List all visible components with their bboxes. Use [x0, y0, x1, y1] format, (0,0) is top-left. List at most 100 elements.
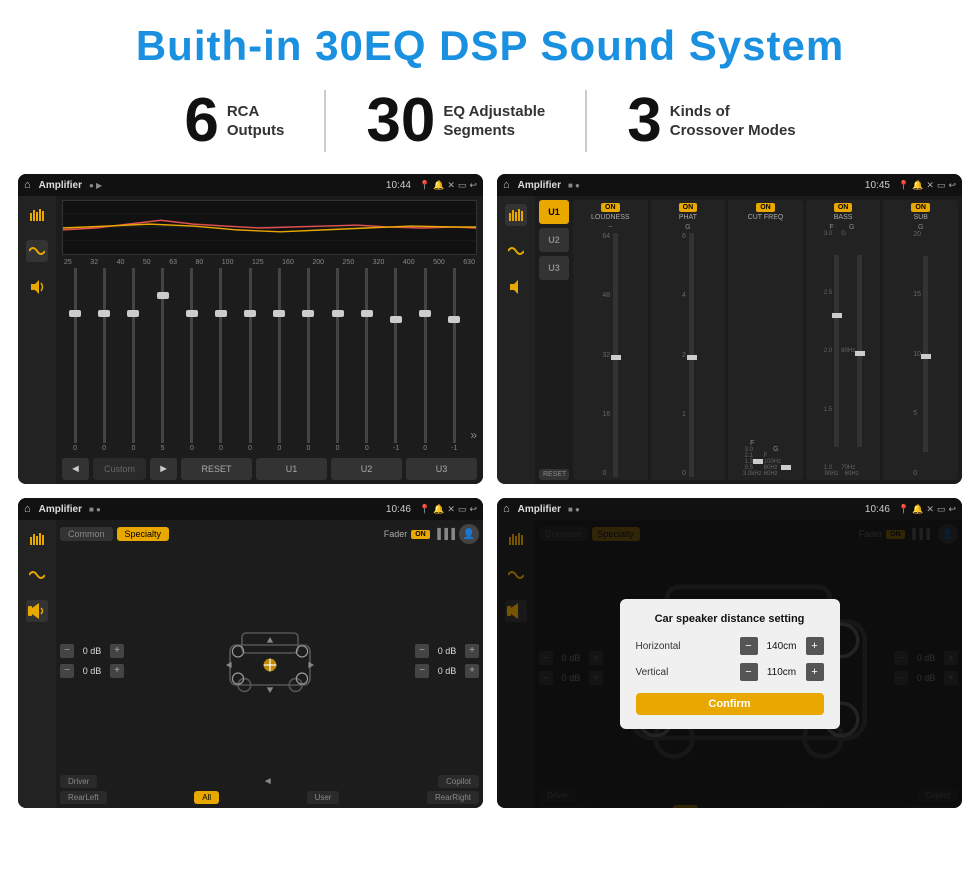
fader-db-row-3: − 0 dB +: [415, 644, 479, 658]
fader-plus-1[interactable]: +: [110, 644, 124, 658]
distance-dialog-overlay: Car speaker distance setting Horizontal …: [497, 520, 962, 808]
fader-all-btn[interactable]: All: [194, 791, 219, 804]
eq-slider-12[interactable]: 0: [412, 268, 438, 452]
eq-slider-0[interactable]: 0: [62, 268, 88, 452]
dsp-bass-f-slider[interactable]: [834, 255, 839, 447]
page-title: Buith-in 30EQ DSP Sound System: [0, 0, 980, 80]
dialog-horizontal-minus[interactable]: −: [740, 637, 758, 655]
dsp-channel-cutfreq: ON CUT FREQ F 3.02.11.30.5: [728, 200, 803, 480]
eq-u1-btn[interactable]: U1: [256, 458, 327, 480]
dialog-vertical-plus[interactable]: +: [806, 663, 824, 681]
fader-specialty-tab[interactable]: Specialty: [117, 527, 170, 541]
dsp-sidebar-wave[interactable]: [505, 240, 527, 262]
eq-slider-4[interactable]: 0: [179, 268, 205, 452]
dsp-sidebar-volume[interactable]: [505, 276, 527, 298]
fader-rearleft-btn[interactable]: RearLeft: [60, 791, 107, 804]
fader-plus-3[interactable]: +: [465, 644, 479, 658]
dsp-screen-content: U1 U2 U3 RESET ON LOUDNESS ~: [497, 196, 962, 484]
eq-sliders-area: 0 0 0 5 0 0 0 0 0 0 0 -1 0 -1 »: [62, 268, 477, 456]
distance-status-icons: 📍🔔✕▭↩: [898, 504, 956, 515]
fader-main-area: Common Specialty Fader ON ▐▐▐ 👤 −: [56, 520, 483, 808]
dsp-u3-btn[interactable]: U3: [539, 256, 569, 280]
eq-slider-9[interactable]: 0: [325, 268, 351, 452]
eq-slider-8[interactable]: 0: [295, 268, 321, 452]
fader-db-row-2: − 0 dB +: [60, 664, 124, 678]
eq-sidebar-icon-wave[interactable]: [26, 240, 48, 262]
eq-slider-1[interactable]: 0: [91, 268, 117, 452]
dsp-phat-slider[interactable]: [689, 233, 694, 477]
fader-minus-3[interactable]: −: [415, 644, 429, 658]
dsp-loudness-toggle[interactable]: ON: [601, 203, 620, 212]
dsp-bass-g-slider[interactable]: [857, 255, 862, 447]
eq-u3-btn[interactable]: U3: [406, 458, 477, 480]
dsp-u2-btn[interactable]: U2: [539, 228, 569, 252]
fader-minus-4[interactable]: −: [415, 664, 429, 678]
eq-expand-btn[interactable]: »: [470, 428, 477, 452]
dialog-horizontal-label: Horizontal: [636, 641, 692, 652]
dsp-loudness-name: LOUDNESS: [591, 214, 630, 221]
dsp-sub-toggle[interactable]: ON: [911, 203, 930, 212]
eq-curve-display: [62, 200, 477, 255]
fader-app-title: Amplifier: [39, 504, 82, 515]
dsp-bass-name: BASS: [834, 214, 853, 221]
fader-controls-left: − 0 dB + − 0 dB +: [60, 550, 124, 771]
dsp-status-dots: ■ ●: [568, 181, 580, 190]
dsp-sidebar-eq[interactable]: [505, 204, 527, 226]
fader-sliders-icon: ▐▐▐: [434, 529, 455, 540]
eq-u2-btn[interactable]: U2: [331, 458, 402, 480]
fader-user-btn[interactable]: User: [307, 791, 340, 804]
dsp-reset-btn[interactable]: RESET: [539, 469, 569, 480]
fader-common-tab[interactable]: Common: [60, 527, 113, 541]
fader-copilot-btn[interactable]: Copilot: [438, 775, 479, 788]
dsp-u1-btn[interactable]: U1: [539, 200, 569, 224]
dsp-channel-phat: ON PHAT G 64210: [651, 200, 726, 480]
dialog-vertical-minus[interactable]: −: [740, 663, 758, 681]
screenshots-grid: ⌂ Amplifier ● ▶ 10:44 📍🔔✕▭↩: [0, 166, 980, 816]
dialog-vertical-value: 110cm: [762, 667, 802, 678]
eq-slider-7[interactable]: 0: [266, 268, 292, 452]
distance-home-icon: ⌂: [503, 503, 510, 515]
eq-slider-11[interactable]: -1: [383, 268, 409, 452]
fader-minus-2[interactable]: −: [60, 664, 74, 678]
eq-reset-btn[interactable]: RESET: [181, 458, 252, 480]
fader-plus-2[interactable]: +: [110, 664, 124, 678]
dsp-left-sidebar: [497, 196, 535, 484]
eq-screen-content: 253240506380100125160200250320400500630 …: [18, 196, 483, 484]
stat-crossover-number: 3: [627, 90, 661, 152]
fader-plus-4[interactable]: +: [465, 664, 479, 678]
fader-top: Common Specialty Fader ON ▐▐▐ 👤: [60, 524, 479, 544]
eq-sidebar-icon-eq[interactable]: [26, 204, 48, 226]
eq-slider-2[interactable]: 0: [120, 268, 146, 452]
distance-screen-panel: ⌂ Amplifier ■ ● 10:46 📍🔔✕▭↩: [497, 498, 962, 808]
fader-sidebar-wave[interactable]: [26, 564, 48, 586]
eq-slider-5[interactable]: 0: [208, 268, 234, 452]
fader-driver-btn[interactable]: Driver: [60, 775, 97, 788]
eq-slider-10[interactable]: 0: [354, 268, 380, 452]
fader-profile-icon[interactable]: 👤: [459, 524, 479, 544]
dsp-bass-toggle[interactable]: ON: [834, 203, 853, 212]
fader-minus-1[interactable]: −: [60, 644, 74, 658]
dsp-loudness-slider[interactable]: [613, 233, 618, 477]
stat-eq-number: 30: [366, 90, 435, 152]
dsp-sub-slider[interactable]: [923, 256, 928, 453]
dsp-cutfreq-toggle[interactable]: ON: [756, 203, 775, 212]
eq-status-icons: 📍🔔✕▭↩: [419, 180, 477, 191]
dialog-horizontal-plus[interactable]: +: [806, 637, 824, 655]
eq-slider-3[interactable]: 5: [150, 268, 176, 452]
dsp-phat-toggle[interactable]: ON: [679, 203, 698, 212]
fader-controls-right: − 0 dB + − 0 dB +: [415, 550, 479, 771]
dsp-channel-sub: ON SUB G 20151050: [883, 200, 958, 480]
eq-slider-13[interactable]: -1: [441, 268, 467, 452]
fader-rearright-btn[interactable]: RearRight: [427, 791, 479, 804]
fader-sidebar-speaker[interactable]: [26, 600, 48, 622]
eq-prev-btn[interactable]: ◄: [62, 458, 89, 480]
fader-sidebar-eq[interactable]: [26, 528, 48, 550]
eq-sidebar-icon-volume[interactable]: [26, 276, 48, 298]
fader-time: 10:46: [386, 504, 411, 515]
eq-next-btn[interactable]: ►: [150, 458, 177, 480]
confirm-button[interactable]: Confirm: [636, 693, 824, 715]
fader-car-diagram: [130, 550, 409, 771]
dialog-vertical-row: Vertical − 110cm +: [636, 663, 824, 681]
fader-status-dots: ■ ●: [89, 505, 101, 514]
eq-slider-6[interactable]: 0: [237, 268, 263, 452]
